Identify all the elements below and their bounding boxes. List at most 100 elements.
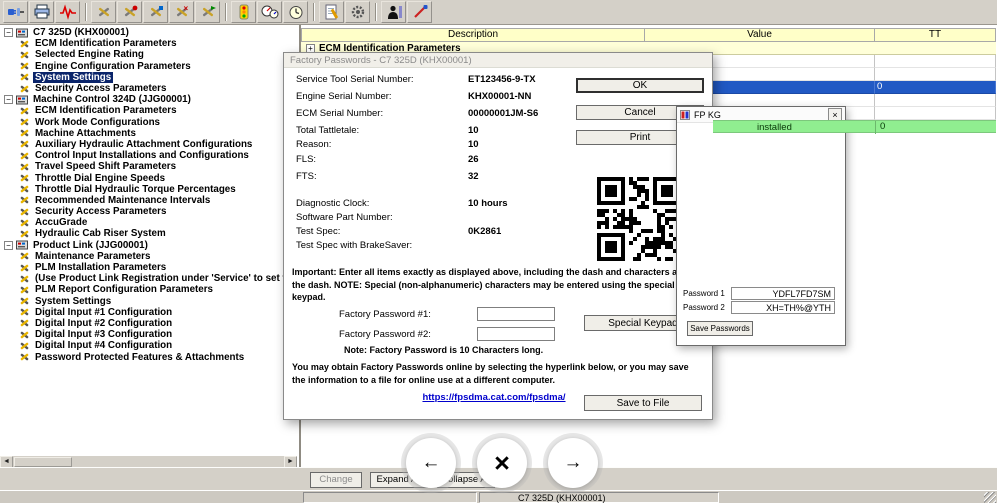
cat-et-window: × − C7 325D (KHX00001) ECM Identification …: [0, 0, 997, 503]
factory-password-1-input[interactable]: [477, 307, 555, 321]
parameter-tool-icon: [19, 184, 30, 194]
notepad-icon[interactable]: [319, 1, 344, 23]
save-passwords-button[interactable]: Save Passwords: [687, 321, 753, 336]
parameter-tool-icon: [19, 285, 30, 295]
ecm-module-icon: [16, 28, 28, 38]
column-header-tt[interactable]: TT: [875, 28, 996, 42]
toolbar-separator: [375, 3, 377, 21]
print-icon[interactable]: [29, 1, 54, 23]
toolbar-separator: [225, 3, 227, 21]
tree-node-label: Machine Control 324D (JJG00001): [31, 94, 193, 105]
ecg-icon[interactable]: [55, 1, 80, 23]
status-ecm-text: C7 325D (KHX00001): [518, 493, 606, 503]
field-value: 0K2861: [468, 226, 501, 237]
status-bar: C7 325D (KHX00001): [0, 490, 997, 503]
tree-node-label: PLM Installation Parameters: [33, 262, 168, 273]
column-header-value[interactable]: Value: [645, 28, 875, 42]
password-2-label: Password 2: [683, 303, 731, 312]
tree-expander-icon[interactable]: −: [4, 95, 13, 104]
parameter-tool-icon: [19, 307, 30, 317]
fpkg-title: FP KG: [694, 110, 721, 120]
person-icon[interactable]: [381, 1, 406, 23]
table-header: Description Value TT: [301, 28, 996, 42]
field-value: 26: [468, 154, 479, 165]
parameter-tool-icon: [19, 139, 30, 149]
tree-node-label: Security Access Parameters: [33, 206, 168, 217]
scroll-right-icon[interactable]: ►: [284, 456, 297, 468]
tree-node-label: System Settings: [33, 296, 113, 307]
parameter-tool-icon: [19, 330, 30, 340]
close-x-icon: ×: [494, 448, 510, 479]
tree-node-label: Work Mode Configurations: [33, 117, 162, 128]
tree-expander-icon[interactable]: −: [4, 28, 13, 37]
parameter-tool-icon: [19, 128, 30, 138]
dialog-field: Reason:10: [296, 139, 456, 151]
installed-tt-value: 0: [875, 121, 885, 134]
status-ecm-panel: C7 325D (KHX00001): [479, 492, 719, 503]
tree-node-label: Recommended Maintenance Intervals: [33, 195, 212, 206]
gear-icon[interactable]: [345, 1, 370, 23]
factory-password-2-label: Factory Password #2:: [339, 329, 477, 340]
tree-node-label: Password Protected Features & Attachment…: [33, 352, 246, 363]
parameter-tool-icon: [19, 352, 30, 362]
password-2-output[interactable]: [731, 301, 835, 314]
tools-wrench-icon[interactable]: [117, 1, 142, 23]
tools-hammer-icon[interactable]: [143, 1, 168, 23]
parameter-tool-icon: [19, 106, 30, 116]
scroll-left-icon[interactable]: ◄: [0, 456, 13, 468]
tree-node-label: Hydraulic Cab Riser System: [33, 228, 168, 239]
online-instructions: You may obtain Factory Passwords online …: [292, 361, 702, 386]
parameter-tool-icon: [19, 39, 30, 49]
change-button[interactable]: Change: [310, 472, 362, 488]
save-to-file-button[interactable]: Save to File: [584, 395, 702, 411]
password-1-output[interactable]: [731, 287, 835, 300]
tree-horizontal-scrollbar[interactable]: ◄ ►: [0, 455, 297, 467]
parameter-tool-icon: [19, 229, 30, 239]
toolbar-separator: [313, 3, 315, 21]
timer-icon[interactable]: [283, 1, 308, 23]
tree-node-label: Digital Input #1 Configuration: [33, 307, 174, 318]
dialog-field: Engine Serial Number:KHX00001-NN: [296, 91, 456, 103]
dialog-field: FTS:32: [296, 171, 456, 183]
scrollbar-thumb[interactable]: [14, 457, 72, 467]
column-header-description[interactable]: Description: [301, 28, 645, 42]
parameter-tool-icon: [19, 72, 30, 82]
parameter-tool-icon: [19, 274, 30, 284]
parameter-tool-icon: [19, 117, 30, 127]
tools-green-icon[interactable]: [195, 1, 220, 23]
stoplight-icon[interactable]: [231, 1, 256, 23]
field-label: Engine Serial Number:: [296, 91, 456, 102]
field-label: ECM Serial Number:: [296, 108, 456, 119]
field-value: 32: [468, 171, 479, 182]
resize-grip[interactable]: [984, 492, 996, 503]
factory-passwords-dialog: Factory Passwords - C7 325D (KHX00001) S…: [283, 52, 713, 420]
toolbar-separator: [85, 3, 87, 21]
overlay-forward-button[interactable]: →: [548, 438, 598, 488]
tree-expander-icon[interactable]: −: [4, 241, 13, 250]
tree-node-label: PLM Report Configuration Parameters: [33, 284, 215, 295]
tree-node-label: Machine Attachments: [33, 128, 138, 139]
field-value: 10: [468, 139, 479, 150]
parameter-tool-icon: [19, 263, 30, 273]
gauges-icon[interactable]: [257, 1, 282, 23]
parameter-tool-icon: [19, 162, 30, 172]
overlay-close-button[interactable]: ×: [477, 438, 527, 488]
probe-icon[interactable]: [407, 1, 432, 23]
table-row-installed[interactable]: installed 0: [713, 120, 996, 133]
fpsdma-link[interactable]: https://fpsdma.cat.com/fpsdma/: [384, 392, 604, 403]
parameter-tool-icon: [19, 173, 30, 183]
field-label: Test Spec with BrakeSaver:: [296, 240, 456, 251]
dialog-field: Test Spec:0K2861: [296, 226, 456, 238]
factory-password-2-input[interactable]: [477, 327, 555, 341]
dialog-field: Total Tattletale:10: [296, 125, 456, 137]
tree-node-label: ECM Identification Parameters: [33, 105, 179, 116]
tree-node-label: Digital Input #4 Configuration: [33, 340, 174, 351]
overlay-back-button[interactable]: ←: [406, 438, 456, 488]
dialog-title: Factory Passwords - C7 325D (KHX00001): [284, 53, 712, 68]
status-panel: [303, 492, 477, 503]
tools-red-icon[interactable]: ×: [169, 1, 194, 23]
connect-icon[interactable]: [3, 1, 28, 23]
dialog-field: Service Tool Serial Number:ET123456-9-TX: [296, 74, 456, 86]
tools-screwdriver-icon[interactable]: [91, 1, 116, 23]
ok-button[interactable]: OK: [576, 78, 704, 93]
